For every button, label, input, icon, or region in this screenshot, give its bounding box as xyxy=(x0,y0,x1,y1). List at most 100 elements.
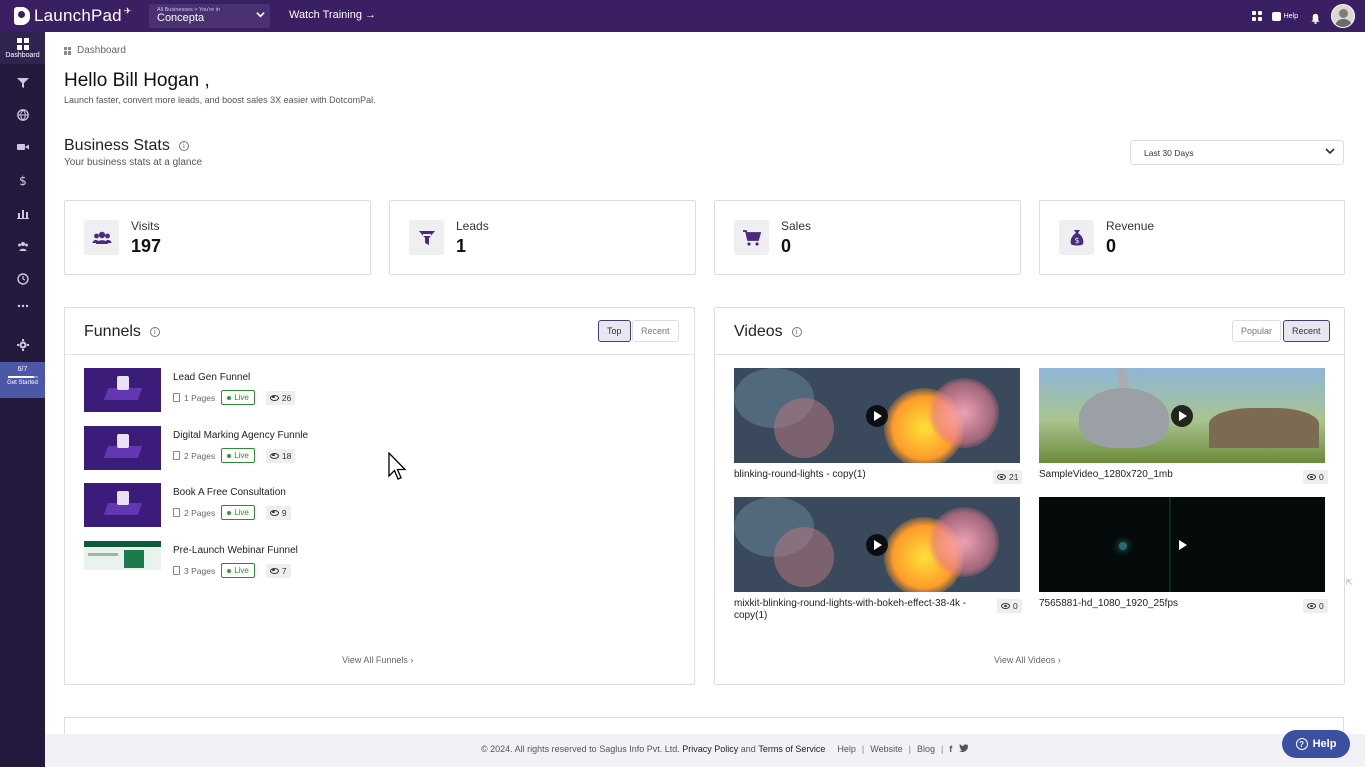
funnels-panel: Funnels i Top Recent Lead Gen Funnel 1 P… xyxy=(64,307,695,685)
view-count-value: 18 xyxy=(281,450,292,461)
cart-icon xyxy=(734,220,769,255)
view-count-value: 9 xyxy=(281,507,287,518)
footer-blog-link[interactable]: Blog xyxy=(917,744,935,754)
chevron-down-icon xyxy=(1325,146,1335,158)
date-range-select[interactable]: Last 30 Days xyxy=(1130,140,1344,165)
videos-toggle-popular[interactable]: Popular xyxy=(1232,320,1282,342)
collapse-arrows-icon[interactable]: ⇱ xyxy=(1346,578,1358,590)
stat-value: 1 xyxy=(456,236,467,256)
info-icon[interactable]: i xyxy=(149,327,160,337)
twitter-icon[interactable] xyxy=(959,744,969,754)
view-all-videos-link[interactable]: View All Videos › xyxy=(994,655,1061,665)
globe-icon xyxy=(16,109,29,121)
user-avatar[interactable] xyxy=(1331,4,1355,28)
eye-icon xyxy=(997,474,1006,480)
sidebar-item-analytics[interactable] xyxy=(0,198,45,228)
play-icon[interactable] xyxy=(866,405,888,427)
videos-panel: Videos i Popular Recent blinking-round-l… xyxy=(714,307,1345,685)
play-icon[interactable] xyxy=(1171,405,1193,427)
funnel-name[interactable]: Pre-Launch Webinar Funnel xyxy=(173,545,298,556)
chevron-down-icon xyxy=(256,10,265,21)
funnel-row[interactable]: Pre-Launch Webinar Funnel 3 Pages Live 7 xyxy=(84,541,584,585)
video-thumbnail[interactable] xyxy=(734,368,1020,463)
video-thumbnail[interactable] xyxy=(1039,368,1325,463)
videos-panel-header: Videos i Popular Recent xyxy=(715,308,1344,355)
view-count-value: 0 xyxy=(1013,601,1018,611)
live-dot-icon xyxy=(227,510,232,515)
sidebar-item-dashboard[interactable]: Dashboard xyxy=(0,32,45,64)
get-started-progress[interactable]: 6/7 Get Started xyxy=(0,362,45,398)
help-floating-button[interactable]: ? Help xyxy=(1282,730,1350,758)
facebook-icon[interactable]: f xyxy=(949,744,952,754)
notification-bell-icon[interactable] xyxy=(1310,11,1321,24)
apps-grid-icon[interactable] xyxy=(1251,11,1262,21)
videos-heading: Videos i xyxy=(734,323,802,341)
footer-separator: | xyxy=(940,744,944,754)
play-icon[interactable] xyxy=(1171,534,1193,556)
page-doc-icon xyxy=(173,451,180,460)
footer-help-link[interactable]: Help xyxy=(837,744,856,754)
videos-title: Videos xyxy=(734,323,783,340)
business-name: Concepta xyxy=(157,12,205,24)
video-title[interactable]: mixkit-blinking-round-lights-with-bokeh-… xyxy=(734,598,984,622)
sidebar-item-websites[interactable] xyxy=(0,100,45,130)
funnel-row[interactable]: Book A Free Consultation 2 Pages Live 9 xyxy=(84,483,584,527)
funnel-thumbnail[interactable] xyxy=(84,426,161,470)
funnel-thumbnail[interactable] xyxy=(84,483,161,527)
video-thumbnail[interactable] xyxy=(1039,497,1325,592)
funnel-icon xyxy=(16,78,29,88)
sidebar-item-settings[interactable] xyxy=(0,330,45,360)
funnels-toggle-top[interactable]: Top xyxy=(598,320,631,342)
funnel-row[interactable]: Lead Gen Funnel 1 Pages Live 26 xyxy=(84,368,584,412)
view-count: 18 xyxy=(265,448,296,463)
business-selector[interactable]: All Businesses > You're in Concepta xyxy=(149,4,270,28)
info-icon[interactable]: i xyxy=(178,141,189,151)
sidebar-item-sales[interactable]: $ xyxy=(0,165,45,195)
sidebar-item-funnels[interactable] xyxy=(0,68,45,98)
main-content: Dashboard Hello Bill Hogan , Launch fast… xyxy=(45,32,1365,747)
sidebar-item-contacts[interactable] xyxy=(0,231,45,261)
funnel-thumbnail[interactable] xyxy=(84,368,161,412)
sidebar-item-history[interactable] xyxy=(0,264,45,294)
sidebar: Dashboard $ 6/7 Get Started xyxy=(0,32,45,767)
play-icon[interactable] xyxy=(866,534,888,556)
status-badge: Live xyxy=(221,390,255,405)
view-all-funnels-link[interactable]: View All Funnels › xyxy=(342,655,413,665)
video-title[interactable]: SampleVideo_1280x720_1mb xyxy=(1039,469,1289,481)
funnel-meta: 2 Pages Live 18 xyxy=(173,448,296,463)
stat-label: Leads xyxy=(456,219,489,233)
video-title[interactable]: blinking-round-lights - copy(1) xyxy=(734,469,984,481)
footer-website-link[interactable]: Website xyxy=(870,744,902,754)
view-count-value: 21 xyxy=(1009,472,1019,482)
eye-icon xyxy=(269,509,279,516)
terms-of-service-link[interactable]: Terms of Service xyxy=(758,744,825,754)
eye-icon xyxy=(1307,474,1316,480)
funnel-name[interactable]: Digital Marking Agency Funnle xyxy=(173,430,308,441)
video-title[interactable]: 7565881-hd_1080_1920_25fps xyxy=(1039,598,1289,610)
funnel-thumbnail[interactable] xyxy=(84,541,161,570)
status-badge: Live xyxy=(221,505,255,520)
videos-toggle-recent[interactable]: Recent xyxy=(1283,320,1330,342)
breadcrumb-dashboard[interactable]: Dashboard xyxy=(77,45,126,56)
stat-card-visits: Visits 197 xyxy=(64,200,371,275)
footer-separator: | xyxy=(861,744,865,754)
launchpad-logo[interactable]: LaunchPad ✈ xyxy=(14,6,131,26)
funnel-row[interactable]: Digital Marking Agency Funnle 2 Pages Li… xyxy=(84,426,584,470)
get-started-label: Get Started xyxy=(7,380,38,386)
video-thumbnail[interactable] xyxy=(734,497,1020,592)
eye-icon xyxy=(269,394,279,401)
footer: © 2024. All rights reserved to Saglus In… xyxy=(45,734,1365,767)
funnel-name[interactable]: Lead Gen Funnel xyxy=(173,372,250,383)
info-icon[interactable]: i xyxy=(791,327,802,337)
sidebar-item-more[interactable] xyxy=(0,291,45,321)
page-title: Hello Bill Hogan , xyxy=(64,70,210,91)
privacy-policy-link[interactable]: Privacy Policy xyxy=(682,744,738,754)
watch-training-link[interactable]: Watch Training → xyxy=(289,9,376,21)
funnel-name[interactable]: Book A Free Consultation xyxy=(173,487,286,498)
stat-card-sales: Sales 0 xyxy=(714,200,1021,275)
help-menu[interactable]: Help xyxy=(1271,11,1298,21)
dashboard-icon xyxy=(16,37,29,50)
funnels-toggle-recent[interactable]: Recent xyxy=(632,320,679,342)
footer-separator: | xyxy=(908,744,911,754)
sidebar-item-videos[interactable] xyxy=(0,132,45,162)
